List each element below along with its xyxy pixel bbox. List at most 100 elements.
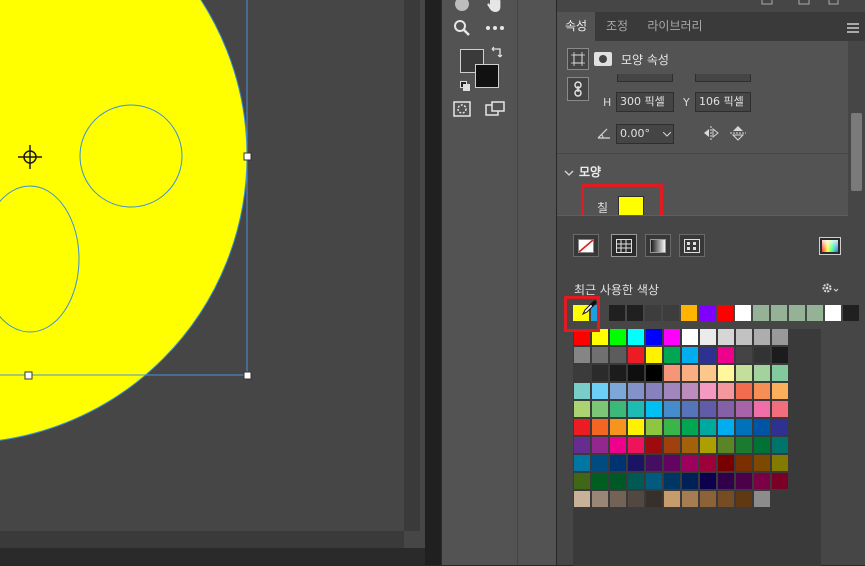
swatch-cell[interactable] xyxy=(682,383,698,399)
recent-color-swatch[interactable] xyxy=(609,305,625,321)
swatch-cell[interactable] xyxy=(610,329,626,345)
panel-menu-icon[interactable] xyxy=(847,22,859,33)
zoom-tool-icon[interactable] xyxy=(450,16,474,40)
swatch-cell[interactable] xyxy=(718,329,734,345)
swatch-cell[interactable] xyxy=(646,437,662,453)
swatch-cell[interactable] xyxy=(610,437,626,453)
gradient-button[interactable] xyxy=(645,234,671,257)
swatch-cell[interactable] xyxy=(754,347,770,363)
swatch-cell[interactable] xyxy=(754,491,770,507)
swatch-cell[interactable] xyxy=(754,455,770,471)
swap-colors-icon[interactable] xyxy=(491,46,503,58)
swatch-cell[interactable] xyxy=(574,437,590,453)
swatch-cell[interactable] xyxy=(592,383,608,399)
swatch-cell[interactable] xyxy=(574,347,590,363)
swatch-cell[interactable] xyxy=(700,383,716,399)
swatch-cell[interactable] xyxy=(664,365,680,381)
swatch-cell[interactable] xyxy=(718,383,734,399)
swatch-cell[interactable] xyxy=(610,473,626,489)
swatch-cell[interactable] xyxy=(736,455,752,471)
swatch-cell[interactable] xyxy=(718,419,734,435)
flip-horizontal-icon[interactable] xyxy=(703,126,719,140)
recent-color-swatch[interactable] xyxy=(789,305,805,321)
swatch-cell[interactable] xyxy=(736,437,752,453)
width-field-partial[interactable] xyxy=(617,74,673,82)
swatch-cell[interactable] xyxy=(772,347,788,363)
swatch-cell[interactable] xyxy=(592,419,608,435)
swatch-cell[interactable] xyxy=(682,473,698,489)
panel-scrollbar-thumb[interactable] xyxy=(851,113,862,191)
swatch-cell[interactable] xyxy=(754,419,770,435)
more-tools-icon[interactable] xyxy=(483,16,507,40)
recent-color-swatch[interactable] xyxy=(681,305,697,321)
swatch-cell[interactable] xyxy=(592,437,608,453)
document-canvas[interactable] xyxy=(0,0,425,565)
swatch-cell[interactable] xyxy=(646,491,662,507)
swatch-cell[interactable] xyxy=(682,419,698,435)
swatch-cell[interactable] xyxy=(682,347,698,363)
swatch-cell[interactable] xyxy=(646,455,662,471)
swatch-cell[interactable] xyxy=(592,365,608,381)
recent-color-swatch[interactable] xyxy=(825,305,841,321)
swatch-cell[interactable] xyxy=(718,455,734,471)
swatch-cell[interactable] xyxy=(610,491,626,507)
swatch-cell[interactable] xyxy=(700,455,716,471)
swatch-cell[interactable] xyxy=(718,491,734,507)
swatch-cell[interactable] xyxy=(682,401,698,417)
swatch-cell[interactable] xyxy=(628,383,644,399)
swatch-cell[interactable] xyxy=(700,419,716,435)
recent-color-swatch[interactable] xyxy=(771,305,787,321)
swatch-cell[interactable] xyxy=(664,347,680,363)
color-picker-icon[interactable] xyxy=(819,237,841,255)
recent-color-swatch[interactable] xyxy=(699,305,715,321)
canvas-vertical-scrollbar[interactable] xyxy=(404,0,420,548)
swatch-cell[interactable] xyxy=(682,455,698,471)
swatch-cell[interactable] xyxy=(646,365,662,381)
swatch-cell[interactable] xyxy=(736,491,752,507)
swatch-cell[interactable] xyxy=(628,347,644,363)
screen-mode-icon[interactable] xyxy=(483,97,507,121)
swatch-cell[interactable] xyxy=(772,437,788,453)
swatch-cell[interactable] xyxy=(700,473,716,489)
swatch-cell[interactable] xyxy=(700,437,716,453)
swatch-cell[interactable] xyxy=(574,419,590,435)
swatch-cell[interactable] xyxy=(592,401,608,417)
solid-color-button[interactable] xyxy=(611,234,637,257)
swatch-cell[interactable] xyxy=(754,365,770,381)
swatch-cell[interactable] xyxy=(664,455,680,471)
swatch-cell[interactable] xyxy=(664,437,680,453)
swatch-cell[interactable] xyxy=(736,473,752,489)
swatch-cell[interactable] xyxy=(610,455,626,471)
tab-libraries[interactable]: 라이브러리 xyxy=(639,12,711,41)
swatch-cell[interactable] xyxy=(610,383,626,399)
eyedropper-icon[interactable] xyxy=(581,299,598,316)
swatch-cell[interactable] xyxy=(592,347,608,363)
transform-icon[interactable] xyxy=(567,48,589,70)
swatch-cell[interactable] xyxy=(646,473,662,489)
swatch-cell[interactable] xyxy=(754,329,770,345)
swatch-cell[interactable] xyxy=(628,455,644,471)
swatch-cell[interactable] xyxy=(772,383,788,399)
swatch-cell[interactable] xyxy=(718,347,734,363)
recent-color-swatch[interactable] xyxy=(645,305,661,321)
swatch-cell[interactable] xyxy=(718,401,734,417)
swatch-cell[interactable] xyxy=(574,473,590,489)
swatch-cell[interactable] xyxy=(664,491,680,507)
swatch-cell[interactable] xyxy=(736,419,752,435)
swatch-cell[interactable] xyxy=(574,365,590,381)
swatch-cell[interactable] xyxy=(592,473,608,489)
swatch-cell[interactable] xyxy=(574,383,590,399)
swatch-cell[interactable] xyxy=(646,401,662,417)
swatch-cell[interactable] xyxy=(610,419,626,435)
swatch-cell[interactable] xyxy=(772,365,788,381)
swatch-cell[interactable] xyxy=(664,473,680,489)
recent-color-swatch[interactable] xyxy=(717,305,733,321)
swatch-cell[interactable] xyxy=(628,401,644,417)
swatch-cell[interactable] xyxy=(628,491,644,507)
default-colors-icon[interactable] xyxy=(460,80,470,91)
recent-color-swatch[interactable] xyxy=(843,305,859,321)
swatch-cell[interactable] xyxy=(574,401,590,417)
swatch-cell[interactable] xyxy=(574,491,590,507)
swatch-cell[interactable] xyxy=(646,419,662,435)
swatch-cell[interactable] xyxy=(664,401,680,417)
